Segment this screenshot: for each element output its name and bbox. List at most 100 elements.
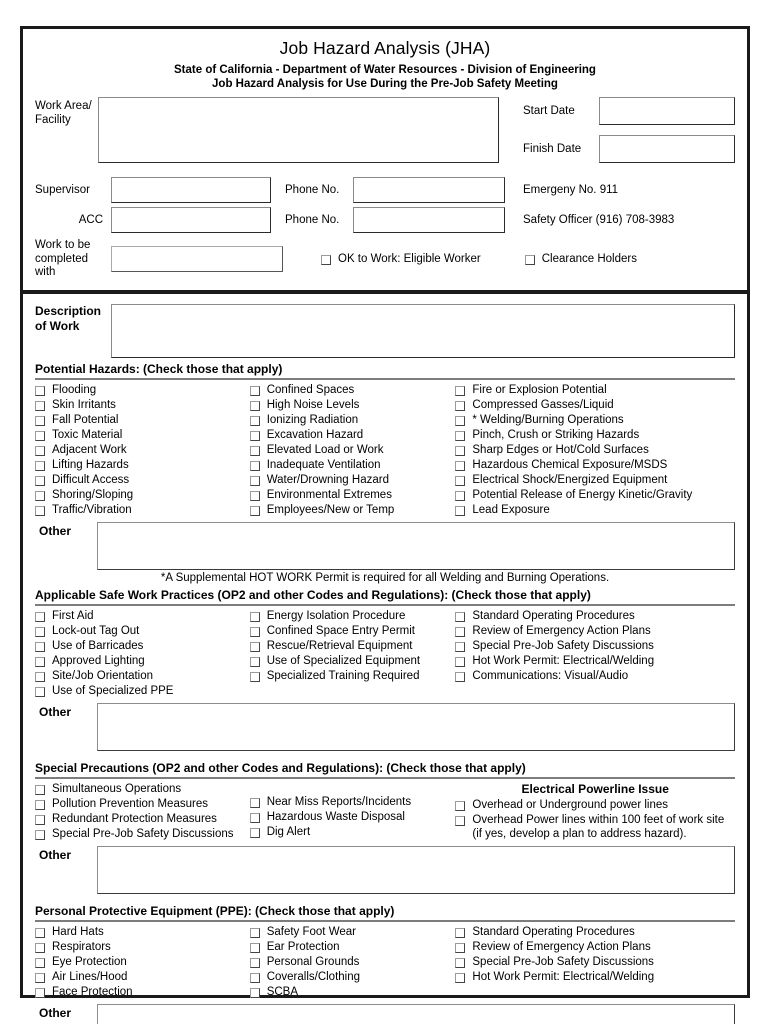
- safe-work-practices-other-input[interactable]: [97, 702, 735, 751]
- checkbox-icon[interactable]: [455, 972, 466, 983]
- checkbox-row[interactable]: Ionizing Radiation: [249, 413, 456, 428]
- finish-date-input[interactable]: [599, 135, 735, 163]
- checkbox-row[interactable]: Overhead or Underground power lines: [455, 798, 735, 813]
- checkbox-row[interactable]: Compressed Gasses/Liquid: [455, 398, 735, 413]
- checkbox-row[interactable]: Hot Work Permit: Electrical/Welding: [455, 970, 735, 985]
- checkbox-row[interactable]: Site/Job Orientation: [35, 669, 250, 684]
- checkbox-icon[interactable]: [35, 927, 45, 938]
- checkbox-icon[interactable]: [455, 626, 466, 637]
- checkbox-icon[interactable]: [249, 505, 260, 516]
- checkbox-icon[interactable]: [35, 799, 45, 810]
- checkbox-row[interactable]: Personal Grounds: [249, 955, 456, 970]
- checkbox-icon[interactable]: [455, 445, 466, 456]
- checkbox-row[interactable]: Water/Drowning Hazard: [249, 473, 456, 488]
- checkbox-clearance-holders[interactable]: Clearance Holders: [524, 252, 637, 267]
- checkbox-icon[interactable]: [35, 814, 45, 825]
- checkbox-row[interactable]: Energy Isolation Procedure: [249, 609, 456, 624]
- checkbox-icon[interactable]: [455, 957, 466, 968]
- checkbox-row[interactable]: Standard Operating Procedures: [455, 609, 735, 624]
- checkbox-icon[interactable]: [35, 460, 45, 471]
- checkbox-icon[interactable]: [455, 800, 466, 811]
- checkbox-row[interactable]: Pollution Prevention Measures: [35, 797, 250, 812]
- checkbox-icon[interactable]: [249, 656, 260, 667]
- checkbox-ok-to-work[interactable]: OK to Work: Eligible Worker: [321, 252, 481, 267]
- checkbox-icon[interactable]: [249, 827, 260, 838]
- checkbox-icon[interactable]: [455, 942, 466, 953]
- checkbox-row[interactable]: Dig Alert: [249, 825, 456, 840]
- checkbox-row[interactable]: Review of Emergency Action Plans: [455, 940, 735, 955]
- checkbox-row[interactable]: Special Pre-Job Safety Discussions: [35, 827, 250, 842]
- checkbox-icon[interactable]: [321, 254, 331, 265]
- checkbox-row[interactable]: Elevated Load or Work: [249, 443, 456, 458]
- checkbox-row[interactable]: Sharp Edges or Hot/Cold Surfaces: [455, 443, 735, 458]
- checkbox-row[interactable]: Overhead Power lines within 100 feet of …: [455, 813, 735, 841]
- checkbox-row[interactable]: Hazardous Waste Disposal: [249, 810, 456, 825]
- checkbox-row[interactable]: Respirators: [35, 940, 250, 955]
- checkbox-row[interactable]: Safety Foot Wear: [249, 925, 456, 940]
- checkbox-icon[interactable]: [249, 475, 260, 486]
- checkbox-row[interactable]: Standard Operating Procedures: [455, 925, 735, 940]
- checkbox-icon[interactable]: [35, 626, 45, 637]
- checkbox-row[interactable]: Review of Emergency Action Plans: [455, 624, 735, 639]
- checkbox-row[interactable]: Toxic Material: [35, 428, 250, 443]
- checkbox-icon[interactable]: [35, 784, 45, 795]
- checkbox-icon[interactable]: [249, 927, 260, 938]
- checkbox-icon[interactable]: [249, 415, 260, 426]
- checkbox-icon[interactable]: [249, 797, 260, 808]
- checkbox-row[interactable]: Fire or Explosion Potential: [455, 383, 735, 398]
- checkbox-icon[interactable]: [35, 942, 45, 953]
- checkbox-icon[interactable]: [35, 490, 45, 501]
- checkbox-icon[interactable]: [35, 987, 45, 998]
- start-date-input[interactable]: [599, 97, 735, 125]
- checkbox-row[interactable]: Fall Potential: [35, 413, 250, 428]
- checkbox-icon[interactable]: [455, 400, 466, 411]
- special-precautions-other-input[interactable]: [97, 845, 735, 894]
- checkbox-row[interactable]: Lead Exposure: [455, 503, 735, 518]
- acc-input[interactable]: [111, 207, 271, 233]
- checkbox-row[interactable]: Communications: Visual/Audio: [455, 669, 735, 684]
- checkbox-row[interactable]: Face Protection: [35, 985, 250, 1000]
- checkbox-icon[interactable]: [524, 254, 535, 265]
- checkbox-row[interactable]: First Aid: [35, 609, 250, 624]
- checkbox-row[interactable]: Coveralls/Clothing: [249, 970, 456, 985]
- checkbox-row[interactable]: * Welding/Burning Operations: [455, 413, 735, 428]
- checkbox-icon[interactable]: [249, 430, 260, 441]
- checkbox-icon[interactable]: [249, 626, 260, 637]
- checkbox-icon[interactable]: [35, 445, 45, 456]
- checkbox-icon[interactable]: [35, 641, 45, 652]
- checkbox-icon[interactable]: [35, 829, 45, 840]
- checkbox-row[interactable]: Skin Irritants: [35, 398, 250, 413]
- checkbox-icon[interactable]: [35, 400, 45, 411]
- checkbox-icon[interactable]: [249, 812, 260, 823]
- checkbox-icon[interactable]: [455, 385, 466, 396]
- work-completed-input[interactable]: [111, 246, 283, 273]
- checkbox-row[interactable]: Employees/New or Temp: [249, 503, 456, 518]
- checkbox-icon[interactable]: [455, 656, 466, 667]
- checkbox-row[interactable]: Hazardous Chemical Exposure/MSDS: [455, 458, 735, 473]
- checkbox-row[interactable]: Use of Barricades: [35, 639, 250, 654]
- checkbox-icon[interactable]: [455, 475, 466, 486]
- work-area-input[interactable]: [98, 97, 499, 163]
- checkbox-icon[interactable]: [35, 686, 45, 697]
- checkbox-icon[interactable]: [35, 415, 45, 426]
- checkbox-icon[interactable]: [249, 972, 260, 983]
- checkbox-row[interactable]: Air Lines/Hood: [35, 970, 250, 985]
- checkbox-row[interactable]: Hot Work Permit: Electrical/Welding: [455, 654, 735, 669]
- checkbox-row[interactable]: Electrical Shock/Energized Equipment: [455, 473, 735, 488]
- checkbox-row[interactable]: Redundant Protection Measures: [35, 812, 250, 827]
- ppe-other-input[interactable]: [97, 1003, 735, 1024]
- checkbox-row[interactable]: Near Miss Reports/Incidents: [249, 795, 456, 810]
- checkbox-icon[interactable]: [249, 400, 260, 411]
- checkbox-row[interactable]: Adjacent Work: [35, 443, 250, 458]
- checkbox-row[interactable]: Simultaneous Operations: [35, 782, 250, 797]
- checkbox-row[interactable]: Shoring/Sloping: [35, 488, 250, 503]
- checkbox-icon[interactable]: [35, 430, 45, 441]
- checkbox-icon[interactable]: [35, 611, 45, 622]
- acc-phone-input[interactable]: [353, 207, 505, 233]
- checkbox-row[interactable]: Difficult Access: [35, 473, 250, 488]
- checkbox-row[interactable]: Lock-out Tag Out: [35, 624, 250, 639]
- checkbox-row[interactable]: Approved Lighting: [35, 654, 250, 669]
- checkbox-icon[interactable]: [455, 505, 466, 516]
- description-of-work-input[interactable]: [111, 303, 735, 358]
- checkbox-row[interactable]: SCBA: [249, 985, 456, 1000]
